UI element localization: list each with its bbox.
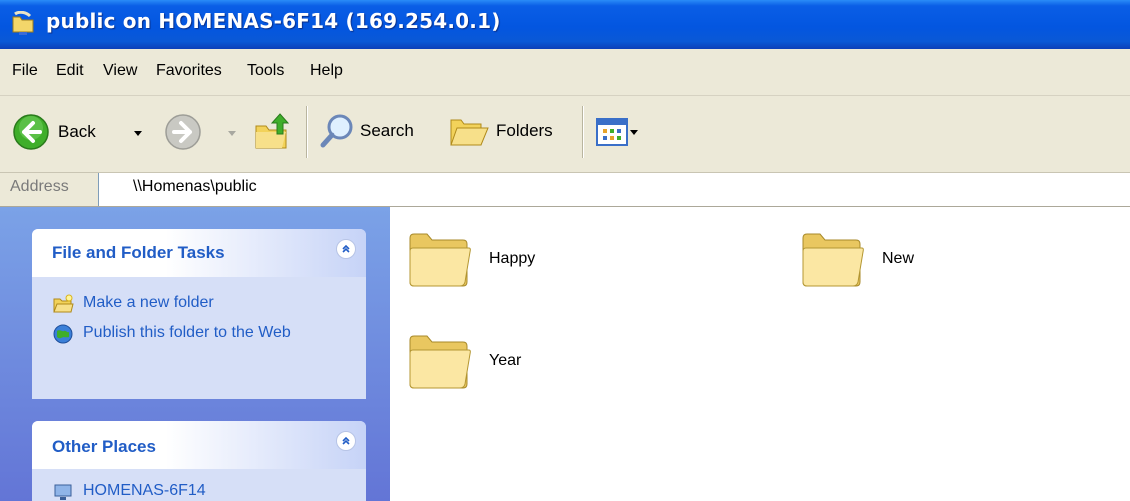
address-value: \\Homenas\public: [133, 178, 257, 195]
panel-header[interactable]: File and Folder Tasks: [32, 229, 366, 277]
network-folder-icon: [12, 11, 34, 35]
back-label: Back: [58, 122, 96, 141]
back-arrow-icon: [13, 114, 49, 150]
chevron-down-icon: [228, 131, 236, 136]
search-icon: [320, 114, 353, 148]
folder-icon: [409, 335, 471, 389]
new-folder-icon: [53, 294, 74, 313]
folders-icon: [450, 119, 489, 146]
forward-arrow-icon: [165, 114, 201, 150]
folder-name: Year: [489, 352, 522, 369]
chevron-down-icon: [630, 129, 638, 135]
address-bar: Address \\Homenas\public: [0, 173, 1130, 207]
menu-help[interactable]: Help: [310, 62, 343, 80]
views-button[interactable]: [596, 116, 638, 148]
back-history-dropdown[interactable]: [134, 131, 142, 136]
folder-icon: [802, 233, 864, 287]
forward-button[interactable]: [164, 113, 202, 151]
folder-item-year[interactable]: Year: [405, 330, 521, 392]
network-computer-icon: [54, 484, 72, 500]
folder-icon: [409, 233, 471, 287]
menu-tools[interactable]: Tools: [247, 62, 284, 80]
folders-label: Folders: [496, 121, 553, 140]
folder-name: New: [882, 250, 915, 267]
other-places-panel: Other Places HOMENAS-6F14: [32, 421, 366, 501]
up-folder-button[interactable]: [252, 110, 296, 154]
forward-history-dropdown[interactable]: [228, 131, 236, 136]
title-bar[interactable]: public on HOMENAS-6F14 (169.254.0.1): [0, 0, 1130, 49]
search-label: Search: [360, 121, 414, 140]
folders-button[interactable]: Folders: [448, 112, 553, 150]
toolbar-separator: [582, 106, 583, 158]
panel-title: Other Places: [52, 437, 156, 456]
menu-favorites[interactable]: Favorites: [156, 62, 222, 80]
menu-view[interactable]: View: [103, 62, 137, 80]
menu-edit[interactable]: Edit: [56, 62, 84, 80]
folder-up-icon: [255, 113, 290, 149]
panel-title: File and Folder Tasks: [52, 243, 225, 262]
views-grid-icon: [596, 118, 628, 146]
collapse-chevron-icon[interactable]: [336, 239, 356, 259]
file-folder-tasks-panel: File and Folder Tasks Make a new folder …: [32, 229, 366, 399]
collapse-chevron-icon[interactable]: [336, 431, 356, 451]
menu-file[interactable]: File: [12, 62, 38, 80]
task-publish-folder-web[interactable]: Publish this folder to the Web: [52, 323, 323, 345]
task-label: Publish this folder to the Web: [83, 324, 291, 341]
address-label: Address: [10, 178, 69, 195]
task-pane: File and Folder Tasks Make a new folder …: [0, 207, 390, 501]
place-label: HOMENAS-6F14: [83, 482, 206, 499]
back-button[interactable]: Back: [12, 113, 96, 151]
toolbar: Back Search Folders: [0, 96, 1130, 173]
toolbar-separator: [306, 106, 307, 158]
place-homenas[interactable]: HOMENAS-6F14: [52, 481, 323, 501]
address-input[interactable]: \\Homenas\public: [98, 173, 1130, 206]
window-title: public on HOMENAS-6F14 (169.254.0.1): [46, 9, 501, 33]
chevron-down-icon: [134, 131, 142, 136]
publish-web-icon: [53, 324, 73, 344]
folder-item-happy[interactable]: Happy: [405, 228, 535, 290]
menu-bar: File Edit View Favorites Tools Help: [0, 49, 1130, 96]
task-make-new-folder[interactable]: Make a new folder: [52, 293, 323, 315]
panel-header[interactable]: Other Places: [32, 421, 366, 469]
folder-item-new[interactable]: New: [798, 228, 914, 290]
search-button[interactable]: Search: [318, 112, 414, 150]
task-label: Make a new folder: [83, 294, 214, 311]
folder-name: Happy: [489, 250, 536, 267]
